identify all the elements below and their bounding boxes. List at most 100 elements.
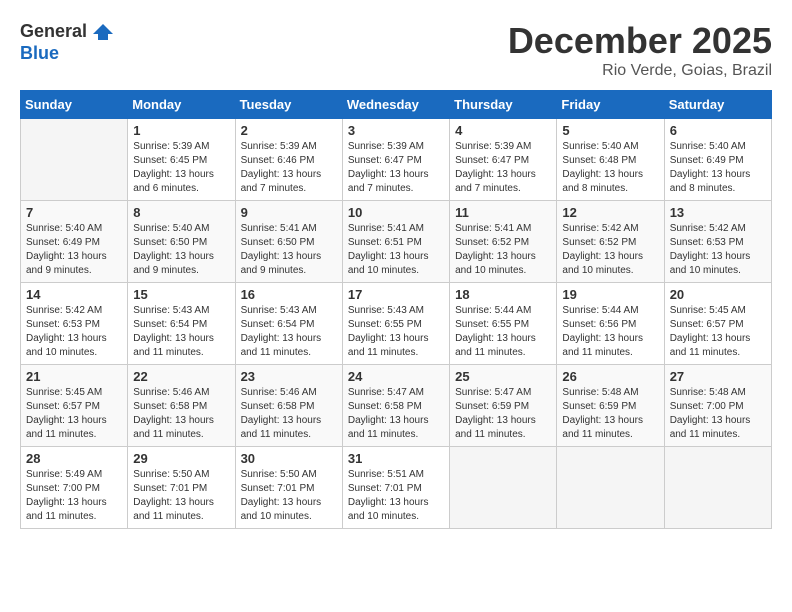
day-number: 22 xyxy=(133,369,229,384)
day-header-saturday: Saturday xyxy=(664,91,771,119)
day-number: 4 xyxy=(455,123,551,138)
day-number: 13 xyxy=(670,205,766,220)
day-info: Sunrise: 5:43 AMSunset: 6:55 PMDaylight:… xyxy=(348,304,444,360)
day-number: 9 xyxy=(241,205,337,220)
calendar-cell: 6 Sunrise: 5:40 AMSunset: 6:49 PMDaylight… xyxy=(664,119,771,201)
day-number: 6 xyxy=(670,123,766,138)
logo-blue: Blue xyxy=(20,44,115,64)
calendar-cell: 15 Sunrise: 5:43 AMSunset: 6:54 PMDayligh… xyxy=(128,283,235,365)
calendar-cell: 7 Sunrise: 5:40 AMSunset: 6:49 PMDaylight… xyxy=(21,201,128,283)
day-info: Sunrise: 5:43 AMSunset: 6:54 PMDaylight:… xyxy=(133,304,229,360)
calendar-week-row: 28 Sunrise: 5:49 AMSunset: 7:00 PMDayligh… xyxy=(21,447,772,529)
day-number: 17 xyxy=(348,287,444,302)
location: Rio Verde, Goias, Brazil xyxy=(508,62,772,80)
day-number: 14 xyxy=(26,287,122,302)
day-info: Sunrise: 5:47 AMSunset: 6:59 PMDaylight:… xyxy=(455,386,551,442)
day-info: Sunrise: 5:46 AMSunset: 6:58 PMDaylight:… xyxy=(133,386,229,442)
day-info: Sunrise: 5:45 AMSunset: 6:57 PMDaylight:… xyxy=(26,386,122,442)
day-info: Sunrise: 5:42 AMSunset: 6:52 PMDaylight:… xyxy=(562,222,658,278)
calendar-cell: 1Sunrise: 5:39 AMSunset: 6:45 PMDaylight… xyxy=(128,119,235,201)
day-number: 23 xyxy=(241,369,337,384)
day-number: 16 xyxy=(241,287,337,302)
day-info: Sunrise: 5:40 AMSunset: 6:48 PMDaylight:… xyxy=(562,140,658,196)
calendar-cell xyxy=(557,447,664,529)
day-info: Sunrise: 5:48 AMSunset: 6:59 PMDaylight:… xyxy=(562,386,658,442)
day-info: Sunrise: 5:42 AMSunset: 6:53 PMDaylight:… xyxy=(670,222,766,278)
calendar-cell: 27Sunrise: 5:48 AMSunset: 7:00 PMDayligh… xyxy=(664,365,771,447)
calendar-cell: 10Sunrise: 5:41 AMSunset: 6:51 PMDayligh… xyxy=(342,201,449,283)
calendar-cell: 25 Sunrise: 5:47 AMSunset: 6:59 PMDayligh… xyxy=(450,365,557,447)
day-info: Sunrise: 5:39 AMSunset: 6:47 PMDaylight:… xyxy=(348,140,444,196)
logo-general: General xyxy=(20,22,87,42)
day-number: 20 xyxy=(670,287,766,302)
logo-text: General Blue xyxy=(20,20,115,64)
calendar-cell xyxy=(450,447,557,529)
calendar-cell: 12 Sunrise: 5:42 AMSunset: 6:52 PMDayligh… xyxy=(557,201,664,283)
calendar-cell: 19 Sunrise: 5:44 AMSunset: 6:56 PMDayligh… xyxy=(557,283,664,365)
day-number: 24 xyxy=(348,369,444,384)
day-info: Sunrise: 5:50 AMSunset: 7:01 PMDaylight:… xyxy=(133,468,229,524)
calendar-cell: 20 Sunrise: 5:45 AMSunset: 6:57 PMDayligh… xyxy=(664,283,771,365)
day-number: 1 xyxy=(133,123,229,138)
day-info: Sunrise: 5:41 AMSunset: 6:51 PMDaylight:… xyxy=(348,222,444,278)
day-number: 19 xyxy=(562,287,658,302)
day-info: Sunrise: 5:40 AMSunset: 6:49 PMDaylight:… xyxy=(670,140,766,196)
day-info: Sunrise: 5:41 AMSunset: 6:50 PMDaylight:… xyxy=(241,222,337,278)
day-header-friday: Friday xyxy=(557,91,664,119)
day-number: 5 xyxy=(562,123,658,138)
calendar-cell: 3Sunrise: 5:39 AMSunset: 6:47 PMDaylight… xyxy=(342,119,449,201)
day-number: 8 xyxy=(133,205,229,220)
calendar-week-row: 21Sunrise: 5:45 AMSunset: 6:57 PMDayligh… xyxy=(21,365,772,447)
day-header-thursday: Thursday xyxy=(450,91,557,119)
day-number: 26 xyxy=(562,369,658,384)
calendar-cell: 31 Sunrise: 5:51 AMSunset: 7:01 PMDayligh… xyxy=(342,447,449,529)
day-info: Sunrise: 5:39 AMSunset: 6:46 PMDaylight:… xyxy=(241,140,337,196)
day-number: 7 xyxy=(26,205,122,220)
day-info: Sunrise: 5:49 AMSunset: 7:00 PMDaylight:… xyxy=(26,468,122,524)
day-info: Sunrise: 5:44 AMSunset: 6:56 PMDaylight:… xyxy=(562,304,658,360)
day-number: 29 xyxy=(133,451,229,466)
day-header-monday: Monday xyxy=(128,91,235,119)
day-info: Sunrise: 5:51 AMSunset: 7:01 PMDaylight:… xyxy=(348,468,444,524)
page-header: General Blue December 2025 Rio Verde, Go… xyxy=(20,20,772,80)
calendar-week-row: 7 Sunrise: 5:40 AMSunset: 6:49 PMDaylight… xyxy=(21,201,772,283)
day-info: Sunrise: 5:40 AMSunset: 6:49 PMDaylight:… xyxy=(26,222,122,278)
day-info: Sunrise: 5:40 AMSunset: 6:50 PMDaylight:… xyxy=(133,222,229,278)
day-number: 30 xyxy=(241,451,337,466)
day-info: Sunrise: 5:50 AMSunset: 7:01 PMDaylight:… xyxy=(241,468,337,524)
calendar-table: SundayMondayTuesdayWednesdayThursdayFrid… xyxy=(20,90,772,529)
day-number: 15 xyxy=(133,287,229,302)
calendar-cell: 28 Sunrise: 5:49 AMSunset: 7:00 PMDayligh… xyxy=(21,447,128,529)
calendar-cell: 16Sunrise: 5:43 AMSunset: 6:54 PMDayligh… xyxy=(235,283,342,365)
calendar-cell xyxy=(664,447,771,529)
day-number: 27 xyxy=(670,369,766,384)
day-header-sunday: Sunday xyxy=(21,91,128,119)
day-info: Sunrise: 5:42 AMSunset: 6:53 PMDaylight:… xyxy=(26,304,122,360)
day-header-tuesday: Tuesday xyxy=(235,91,342,119)
calendar-cell: 8 Sunrise: 5:40 AMSunset: 6:50 PMDaylight… xyxy=(128,201,235,283)
day-number: 31 xyxy=(348,451,444,466)
calendar-cell: 30 Sunrise: 5:50 AMSunset: 7:01 PMDayligh… xyxy=(235,447,342,529)
day-number: 28 xyxy=(26,451,122,466)
day-number: 11 xyxy=(455,205,551,220)
calendar-cell: 9 Sunrise: 5:41 AMSunset: 6:50 PMDaylight… xyxy=(235,201,342,283)
calendar-cell: 17 Sunrise: 5:43 AMSunset: 6:55 PMDayligh… xyxy=(342,283,449,365)
calendar-header-row: SundayMondayTuesdayWednesdayThursdayFrid… xyxy=(21,91,772,119)
calendar-cell: 18 Sunrise: 5:44 AMSunset: 6:55 PMDayligh… xyxy=(450,283,557,365)
calendar-cell xyxy=(21,119,128,201)
day-info: Sunrise: 5:41 AMSunset: 6:52 PMDaylight:… xyxy=(455,222,551,278)
calendar-cell: 23Sunrise: 5:46 AMSunset: 6:58 PMDayligh… xyxy=(235,365,342,447)
calendar-week-row: 1Sunrise: 5:39 AMSunset: 6:45 PMDaylight… xyxy=(21,119,772,201)
calendar-cell: 21Sunrise: 5:45 AMSunset: 6:57 PMDayligh… xyxy=(21,365,128,447)
calendar-cell: 4Sunrise: 5:39 AMSunset: 6:47 PMDaylight… xyxy=(450,119,557,201)
calendar-cell: 13 Sunrise: 5:42 AMSunset: 6:53 PMDayligh… xyxy=(664,201,771,283)
calendar-week-row: 14 Sunrise: 5:42 AMSunset: 6:53 PMDayligh… xyxy=(21,283,772,365)
day-number: 12 xyxy=(562,205,658,220)
day-info: Sunrise: 5:44 AMSunset: 6:55 PMDaylight:… xyxy=(455,304,551,360)
calendar-cell: 5 Sunrise: 5:40 AMSunset: 6:48 PMDaylight… xyxy=(557,119,664,201)
calendar-cell: 22 Sunrise: 5:46 AMSunset: 6:58 PMDayligh… xyxy=(128,365,235,447)
day-info: Sunrise: 5:45 AMSunset: 6:57 PMDaylight:… xyxy=(670,304,766,360)
day-number: 2 xyxy=(241,123,337,138)
day-number: 25 xyxy=(455,369,551,384)
day-number: 18 xyxy=(455,287,551,302)
